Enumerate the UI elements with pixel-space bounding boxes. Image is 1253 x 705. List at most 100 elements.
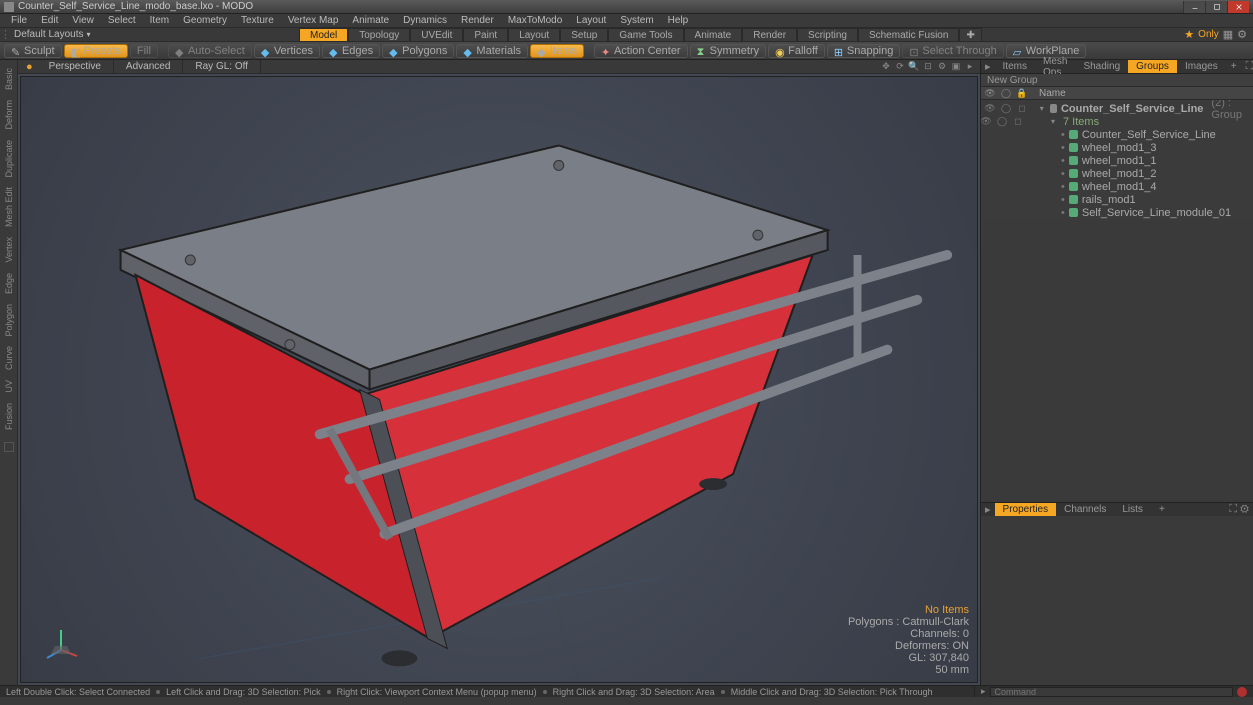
menu-texture[interactable]: Texture (234, 15, 281, 26)
new-group-button[interactable]: New Group (981, 74, 1253, 87)
polygons-button[interactable]: ◆Polygons (382, 44, 454, 58)
strip-vertex[interactable]: Vertex (4, 233, 14, 267)
menu-view[interactable]: View (65, 15, 101, 26)
eye-icon[interactable]: 👁 (985, 88, 995, 98)
vp-max-icon[interactable]: ▣ (950, 61, 962, 73)
tab-shading[interactable]: Shading (1075, 60, 1128, 73)
tab-add-bottom[interactable]: + (1151, 503, 1173, 516)
strip-edge[interactable]: Edge (4, 269, 14, 298)
tab-setup[interactable]: Setup (560, 28, 608, 41)
caret-icon[interactable]: ▾ (1051, 117, 1059, 126)
viewport-tab-advanced[interactable]: Advanced (114, 60, 183, 73)
menu-layout[interactable]: Layout (569, 15, 613, 26)
menu-vertexmap[interactable]: Vertex Map (281, 15, 346, 26)
vp-move-icon[interactable]: ✥ (880, 61, 892, 73)
strip-uv[interactable]: UV (4, 376, 14, 397)
menu-geometry[interactable]: Geometry (176, 15, 234, 26)
fill-button[interactable]: Fill (130, 44, 158, 58)
only-label[interactable]: Only (1198, 29, 1219, 40)
layout-grid-icon[interactable]: ▦ (1223, 28, 1233, 41)
maximize-button[interactable] (1205, 1, 1227, 13)
tree-item[interactable]: •wheel_mod1_1 (981, 154, 1253, 167)
tab-uvedit[interactable]: UVEdit (410, 28, 463, 41)
caret-icon[interactable]: ▾ (1040, 104, 1046, 113)
menu-file[interactable]: File (4, 15, 34, 26)
axis-gizmo[interactable] (41, 622, 81, 662)
menu-help[interactable]: Help (661, 15, 696, 26)
vp-menu-icon[interactable]: ▸ (964, 61, 976, 73)
tab-add[interactable]: ✚ (959, 28, 981, 41)
minimize-button[interactable] (1183, 1, 1205, 13)
record-icon[interactable] (1237, 687, 1247, 697)
tab-topology[interactable]: Topology (348, 28, 410, 41)
viewport-tab-raygl[interactable]: Ray GL: Off (183, 60, 261, 73)
presets-button[interactable]: ◧Presets (64, 44, 128, 58)
menu-select[interactable]: Select (101, 15, 143, 26)
items-button[interactable]: ◆Items (530, 44, 584, 58)
menu-system[interactable]: System (613, 15, 660, 26)
rp-menu-icon[interactable]: ▸ (981, 60, 995, 73)
menu-item[interactable]: Item (143, 15, 176, 26)
command-input[interactable] (990, 687, 1233, 697)
menu-maxtomodo[interactable]: MaxToModo (501, 15, 569, 26)
autoselect-button[interactable]: ◆Auto-Select (168, 44, 252, 58)
tree-item[interactable]: •wheel_mod1_3 (981, 141, 1253, 154)
menu-dynamics[interactable]: Dynamics (396, 15, 454, 26)
tree-root[interactable]: 👁◯◻ ▾ Counter_Self_Service_Line (2) : Gr… (981, 102, 1253, 115)
command-caret-icon[interactable]: ▸ (981, 686, 986, 697)
row-lock-icon[interactable]: ◻ (1017, 104, 1027, 114)
tab-schematicfusion[interactable]: Schematic Fusion (858, 28, 959, 41)
strip-basic[interactable]: Basic (4, 64, 14, 94)
symmetry-button[interactable]: ⧗Symmetry (690, 44, 767, 58)
tab-scripting[interactable]: Scripting (797, 28, 858, 41)
tab-paint[interactable]: Paint (463, 28, 508, 41)
tree-item[interactable]: •wheel_mod1_2 (981, 167, 1253, 180)
strip-fusion[interactable]: Fusion (4, 399, 14, 434)
expand-lower-icon[interactable]: ⛶ ⚙ (1225, 503, 1253, 516)
tab-properties[interactable]: Properties (995, 503, 1057, 516)
tab-meshops[interactable]: Mesh Ops (1035, 60, 1075, 73)
vertices-button[interactable]: ◆Vertices (254, 44, 320, 58)
tab-groups[interactable]: Groups (1128, 60, 1177, 73)
actioncenter-button[interactable]: ✦Action Center (594, 44, 688, 58)
tree-item[interactable]: •rails_mod1 (981, 193, 1253, 206)
close-button[interactable] (1227, 1, 1249, 13)
tab-lists[interactable]: Lists (1114, 503, 1151, 516)
row-eye-icon[interactable]: 👁 (981, 117, 991, 127)
selectthrough-button[interactable]: ⊡Select Through (902, 44, 1003, 58)
viewport-tab-perspective[interactable]: Perspective (37, 60, 114, 73)
tab-animate[interactable]: Animate (684, 28, 743, 41)
sculpt-button[interactable]: ✎Sculpt (4, 44, 62, 58)
row-lock-icon[interactable]: ◻ (1013, 117, 1023, 127)
strip-deform[interactable]: Deform (4, 96, 14, 134)
tab-layout[interactable]: Layout (508, 28, 560, 41)
tab-model[interactable]: Model (299, 28, 348, 41)
strip-duplicate[interactable]: Duplicate (4, 136, 14, 182)
falloff-button[interactable]: ◉Falloff (768, 44, 825, 58)
vp-gear-icon[interactable]: ⚙ (936, 61, 948, 73)
menu-render[interactable]: Render (454, 15, 501, 26)
tab-channels[interactable]: Channels (1056, 503, 1114, 516)
menu-animate[interactable]: Animate (345, 15, 396, 26)
lock-icon[interactable]: 🔒 (1017, 88, 1027, 98)
strip-curve[interactable]: Curve (4, 342, 14, 374)
strip-toggle[interactable] (4, 442, 14, 452)
tree-item[interactable]: •Self_Service_Line_module_01 (981, 206, 1253, 219)
materials-button[interactable]: ◆Materials (456, 44, 528, 58)
edges-button[interactable]: ◆Edges (322, 44, 380, 58)
viewport-dot-icon[interactable]: ● (26, 61, 33, 73)
viewport-3d[interactable]: No Items Polygons : Catmull-Clark Channe… (20, 76, 978, 683)
tree-item[interactable]: •wheel_mod1_4 (981, 180, 1253, 193)
tab-render[interactable]: Render (742, 28, 797, 41)
tree-item[interactable]: •Counter_Self_Service_Line (981, 128, 1253, 141)
snapping-button[interactable]: ⊞Snapping (827, 44, 901, 58)
strip-meshedit[interactable]: Mesh Edit (4, 183, 14, 231)
vp-rotate-icon[interactable]: ⟳ (894, 61, 906, 73)
gear-icon[interactable]: ⚙ (1237, 28, 1247, 41)
row-solo-icon[interactable]: ◯ (1001, 104, 1011, 114)
solo-icon[interactable]: ◯ (1001, 88, 1011, 98)
strip-polygon[interactable]: Polygon (4, 300, 14, 341)
expand-panel-icon[interactable]: ⛶ (1242, 60, 1253, 73)
drag-handle-icon[interactable]: ⋮ (0, 28, 8, 41)
row-solo-icon[interactable]: ◯ (997, 117, 1007, 127)
